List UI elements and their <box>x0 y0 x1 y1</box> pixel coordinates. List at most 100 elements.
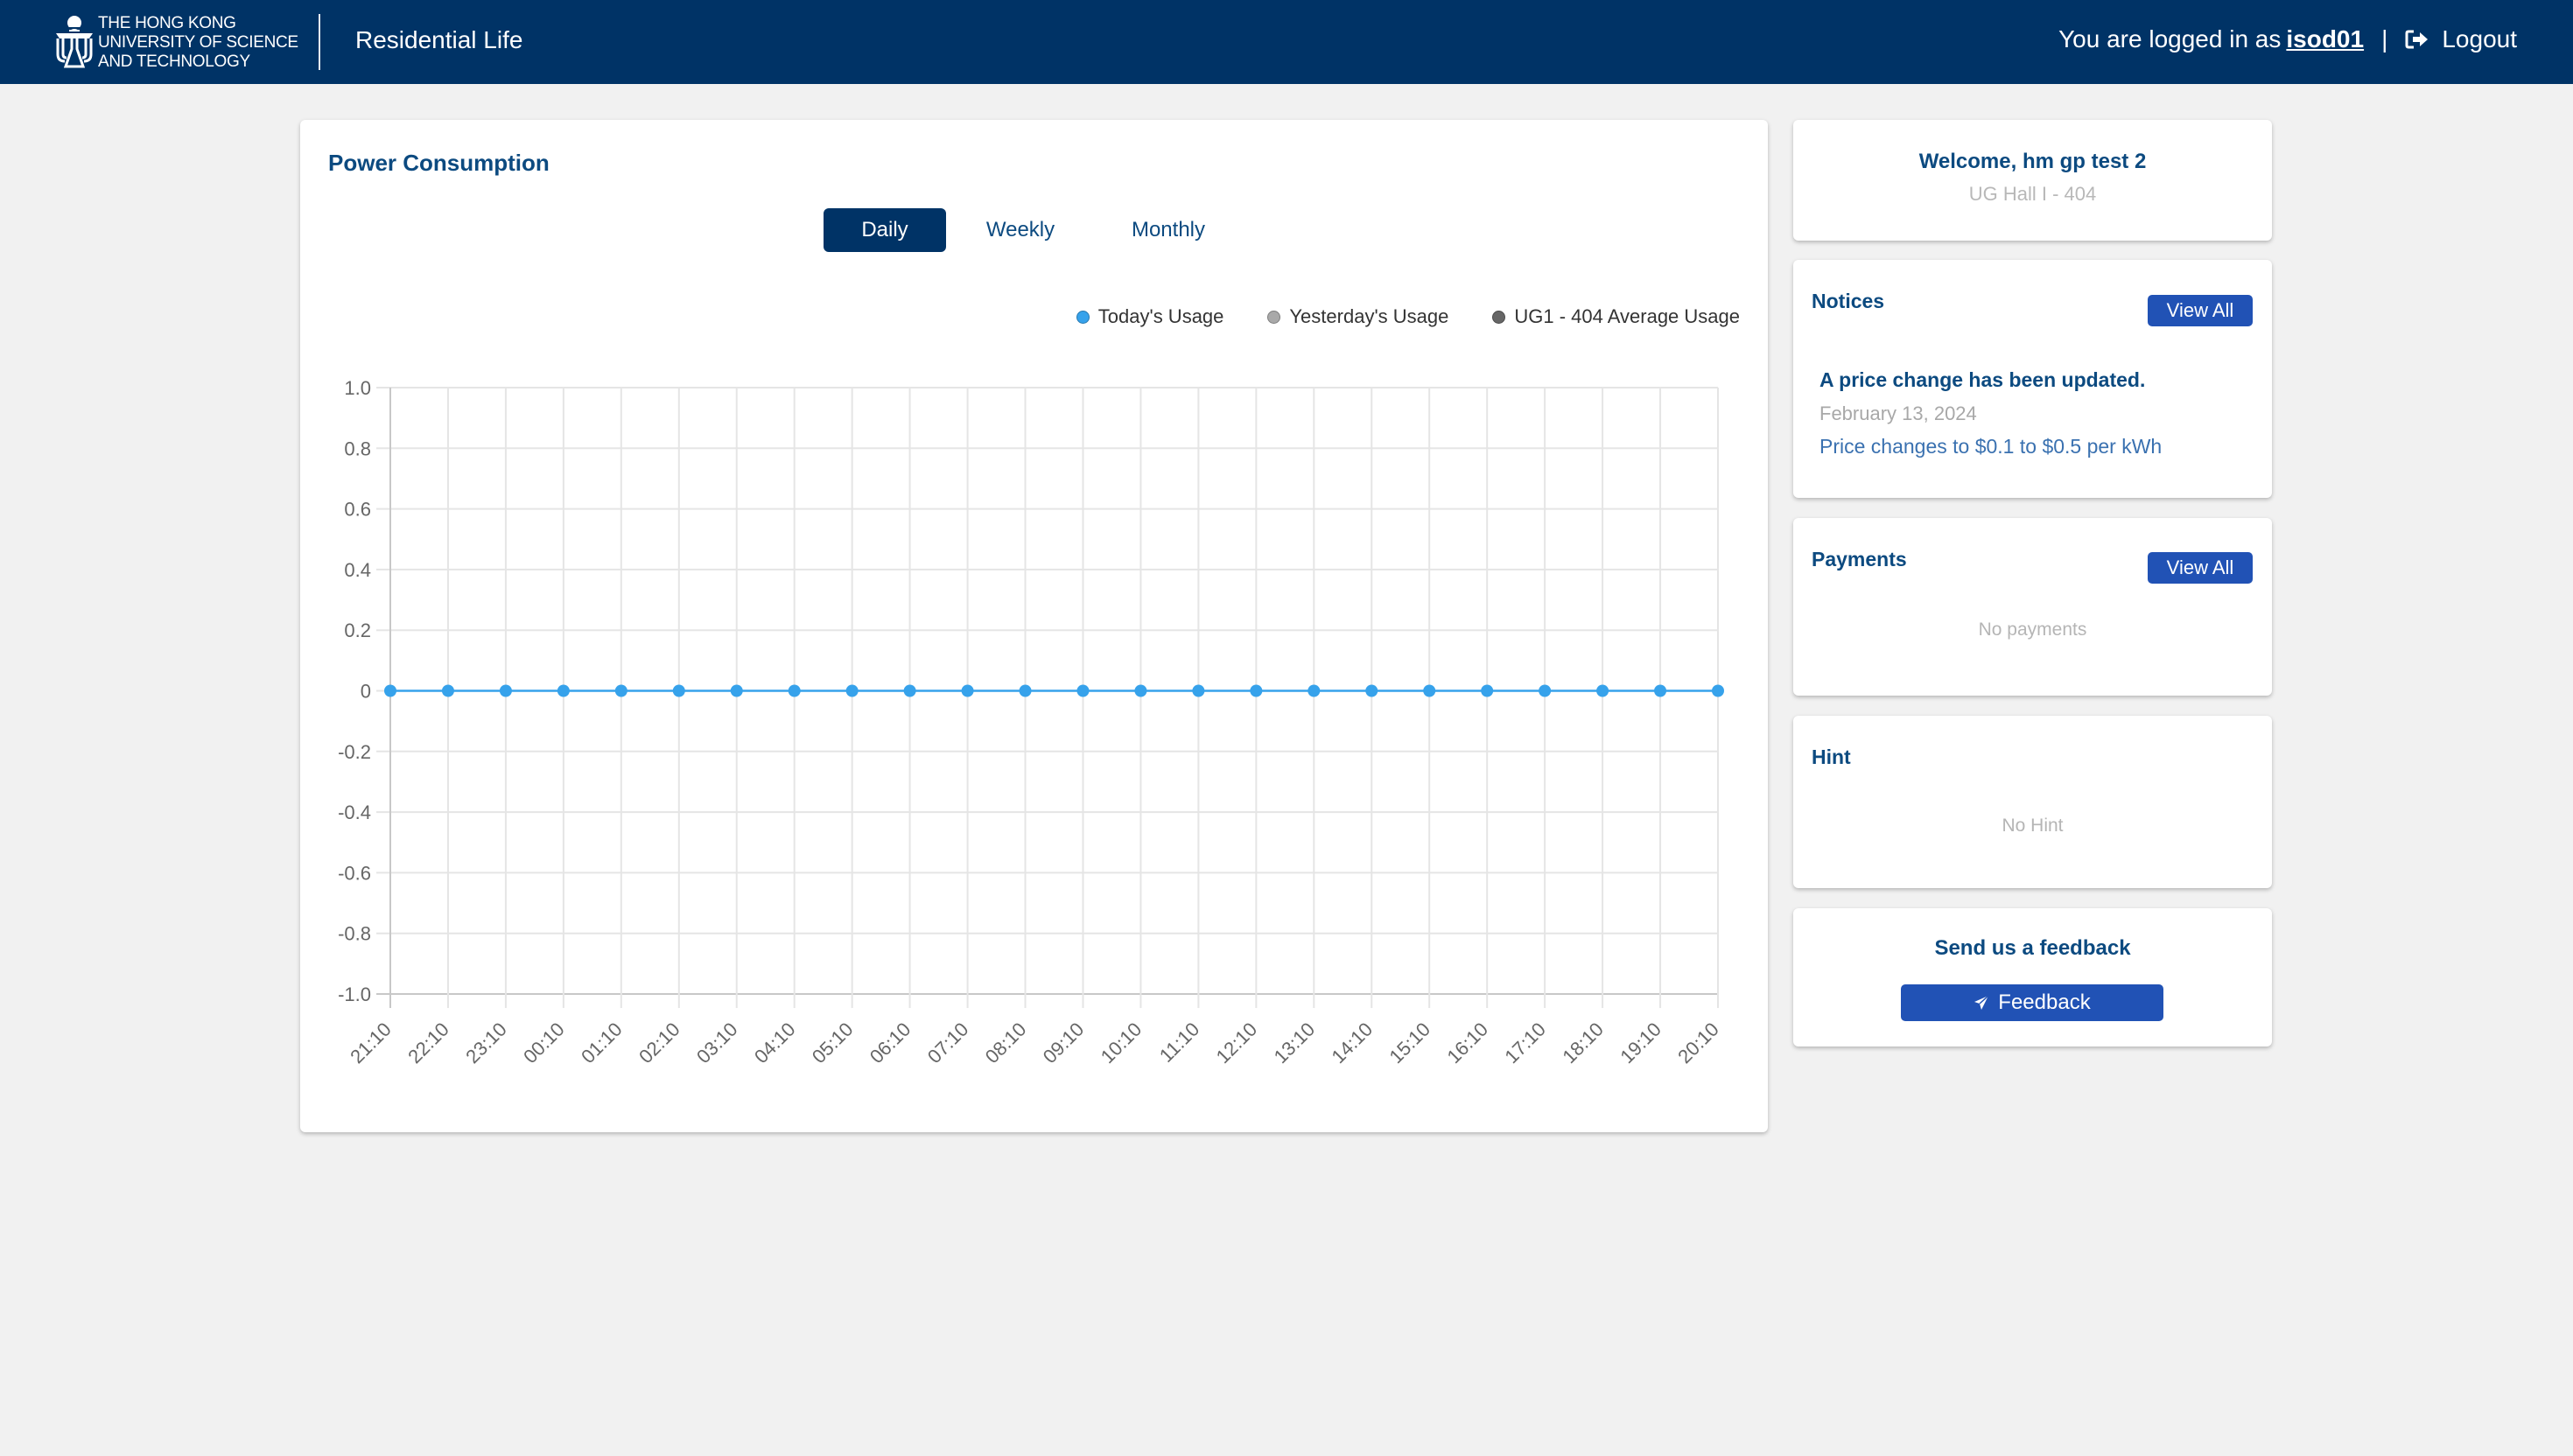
legend-label: UG1 - 404 Average Usage <box>1514 305 1740 327</box>
data-point <box>1076 684 1090 697</box>
chart-legend: Today's Usage Yesterday's Usage UG1 - 40… <box>1033 305 1740 328</box>
x-tick-label: 01:10 <box>577 1018 627 1068</box>
notice-date: February 13, 2024 <box>1819 402 1977 424</box>
university-name-line: UNIVERSITY OF SCIENCE <box>98 33 298 52</box>
x-tick-label: 17:10 <box>1500 1018 1550 1068</box>
notice-body[interactable]: Price changes to $0.1 to $0.5 per kWh <box>1819 435 2162 458</box>
x-tick-label: 18:10 <box>1558 1018 1608 1068</box>
data-point <box>1423 684 1436 697</box>
legend-item-today[interactable]: Today's Usage <box>1076 305 1224 328</box>
x-tick-label: 09:10 <box>1039 1018 1089 1068</box>
y-tick-label: -0.6 <box>338 862 371 884</box>
sign-out-icon <box>2405 30 2429 49</box>
hint-card: Hint No Hint <box>1793 716 2272 888</box>
data-point <box>1539 684 1552 697</box>
y-tick-label: 0 <box>361 681 371 703</box>
x-tick-label: 07:10 <box>923 1018 973 1068</box>
x-tick-label: 12:10 <box>1212 1018 1262 1068</box>
x-tick-label: 02:10 <box>634 1018 684 1068</box>
y-tick-label: 0.2 <box>344 620 371 641</box>
header-separator: | <box>2381 25 2388 52</box>
top-navbar: THE HONG KONG UNIVERSITY OF SCIENCE AND … <box>0 0 2573 84</box>
x-tick-label: 10:10 <box>1097 1018 1146 1068</box>
data-point <box>730 684 743 697</box>
data-point <box>1481 684 1494 697</box>
legend-label: Today's Usage <box>1097 305 1224 327</box>
data-point <box>961 684 974 697</box>
notices-title: Notices <box>1812 290 1885 312</box>
x-tick-label: 00:10 <box>519 1018 569 1068</box>
x-tick-label: 15:10 <box>1385 1018 1434 1068</box>
payments-title: Payments <box>1812 548 1907 570</box>
payments-empty-text: No payments <box>1978 620 2087 640</box>
data-point <box>1365 684 1378 697</box>
data-point <box>1596 684 1609 697</box>
university-name-line: AND TECHNOLOGY <box>98 52 250 71</box>
university-name-line: THE HONG KONG <box>98 14 236 32</box>
x-tick-label: 14:10 <box>1328 1018 1378 1068</box>
data-point <box>1712 684 1724 697</box>
tab-weekly[interactable]: Weekly <box>946 208 1095 252</box>
hint-title: Hint <box>1812 746 1851 768</box>
power-consumption-title: Power Consumption <box>328 150 550 176</box>
tab-monthly[interactable]: Monthly <box>1095 208 1242 252</box>
x-tick-label: 23:10 <box>461 1018 511 1068</box>
legend-dot-icon <box>1267 310 1281 324</box>
tab-daily[interactable]: Daily <box>824 208 946 252</box>
app-title[interactable]: Residential Life <box>355 26 522 54</box>
x-tick-label: 22:10 <box>403 1018 453 1068</box>
payments-view-all-button[interactable]: View All <box>2148 552 2253 584</box>
y-tick-label: -0.2 <box>338 741 371 763</box>
logout-button[interactable]: Logout <box>2405 25 2517 53</box>
hint-empty-text: No Hint <box>2002 816 2064 836</box>
power-chart: 1.0 0.8 0.6 0.4 0.2 0 -0.2 -0.4 -0.6 -0.8 -1.0 21:1… <box>338 377 1724 1068</box>
data-point <box>845 684 859 697</box>
notice-title[interactable]: A price change has been updated. <box>1819 368 2145 392</box>
data-point <box>1134 684 1147 697</box>
legend-item-yesterday[interactable]: Yesterday's Usage <box>1267 305 1448 328</box>
welcome-title: Welcome, hm gp test 2 <box>1918 150 2147 173</box>
data-point <box>384 684 396 697</box>
y-tick-label: 0.4 <box>344 559 371 581</box>
x-tick-label: 20:10 <box>1673 1018 1723 1068</box>
data-point <box>441 684 454 697</box>
room-label: UG Hall I - 404 <box>1968 183 2097 205</box>
logout-label: Logout <box>2442 25 2517 52</box>
data-point <box>788 684 801 697</box>
legend-label: Yesterday's Usage <box>1289 305 1449 327</box>
university-name: THE HONG KONG UNIVERSITY OF SCIENCE AND … <box>98 14 298 72</box>
period-tabs: Daily Weekly Monthly <box>824 208 1242 252</box>
x-tick-label: 06:10 <box>866 1018 915 1068</box>
payments-card: Payments View All No payments <box>1793 518 2272 696</box>
y-tick-label: 0.6 <box>344 499 371 521</box>
feedback-card: Send us a feedback Feedback <box>1793 908 2272 1046</box>
y-tick-label: -0.4 <box>338 802 371 823</box>
y-tick-label: -1.0 <box>338 984 371 1005</box>
feedback-title: Send us a feedback <box>1934 936 2131 960</box>
notices-view-all-button[interactable]: View All <box>2148 295 2253 326</box>
data-point <box>614 684 627 697</box>
data-point <box>903 684 916 697</box>
x-tick-label: 19:10 <box>1616 1018 1665 1068</box>
x-tick-label: 11:10 <box>1155 1018 1203 1067</box>
data-point <box>1308 684 1321 697</box>
data-point <box>1654 684 1667 697</box>
notices-card: Notices View All A price change has been… <box>1793 260 2272 498</box>
legend-dot-icon <box>1492 310 1506 324</box>
x-tick-label: 03:10 <box>692 1018 742 1068</box>
x-tick-label: 13:10 <box>1270 1018 1320 1068</box>
data-point <box>499 684 512 697</box>
feedback-button[interactable]: Feedback <box>1901 984 2163 1021</box>
data-point <box>557 684 570 697</box>
paper-plane-icon <box>1974 995 1989 1010</box>
legend-dot-icon <box>1076 310 1090 324</box>
welcome-card: Welcome, hm gp test 2 UG Hall I - 404 <box>1793 120 2272 241</box>
x-tick-label: 21:10 <box>346 1018 396 1068</box>
username-link[interactable]: isod01 <box>2286 25 2364 53</box>
data-point <box>1192 684 1205 697</box>
x-tick-label: 04:10 <box>750 1018 800 1068</box>
data-point <box>672 684 685 697</box>
hkust-logo-icon[interactable] <box>54 14 95 70</box>
data-point <box>1250 684 1263 697</box>
legend-item-average[interactable]: UG1 - 404 Average Usage <box>1492 305 1740 328</box>
